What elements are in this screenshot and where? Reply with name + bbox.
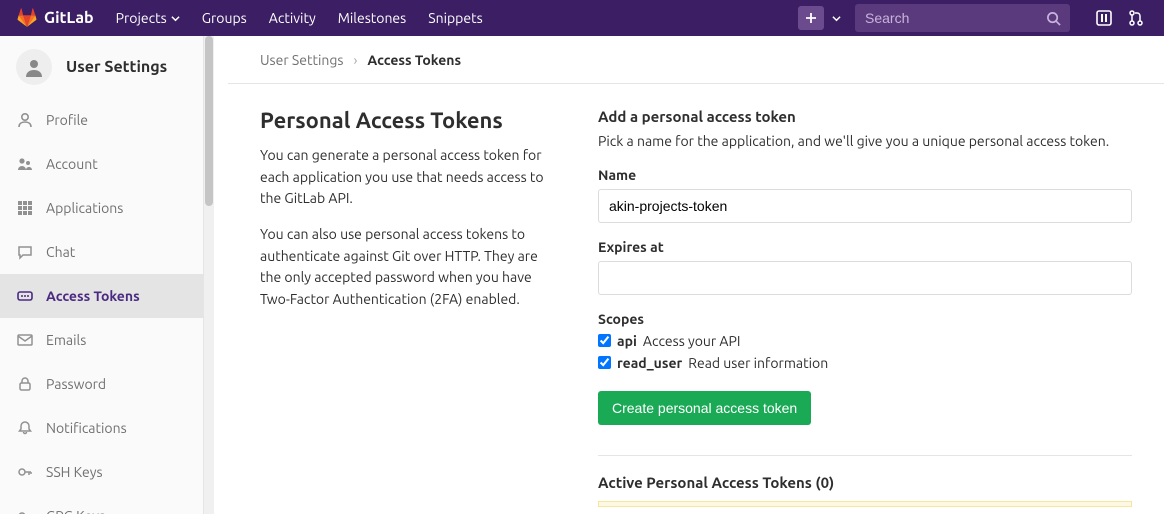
- sidebar-item-label: Access Tokens: [46, 288, 140, 304]
- scope-desc: Access your API: [643, 333, 741, 349]
- search-icon: [1046, 11, 1061, 26]
- gitlab-logo[interactable]: GitLab: [16, 8, 94, 28]
- sidebar-item-label: Chat: [46, 244, 75, 260]
- form-help: Pick a name for the application, and we'…: [598, 133, 1132, 149]
- divider: [598, 455, 1132, 456]
- sidebar-item-label: Account: [46, 156, 98, 172]
- brand-text: GitLab: [44, 9, 94, 27]
- sidebar-item-label: Emails: [46, 332, 86, 348]
- sidebar-item-label: SSH Keys: [46, 464, 103, 480]
- merge-requests-icon[interactable]: [1124, 6, 1148, 30]
- expires-label: Expires at: [598, 239, 1132, 255]
- scope-name: api: [617, 333, 637, 349]
- gitlab-tanuki-icon: [16, 8, 38, 28]
- account-icon: [16, 156, 34, 172]
- scope-name: read_user: [617, 355, 682, 371]
- chevron-down-icon: [171, 14, 180, 23]
- nav-projects[interactable]: Projects: [116, 10, 180, 26]
- name-label: Name: [598, 167, 1132, 183]
- empty-tokens-banner: [598, 501, 1132, 507]
- bell-icon: [16, 420, 34, 436]
- profile-icon: [16, 112, 34, 128]
- issues-icon[interactable]: [1092, 6, 1116, 30]
- scrollbar-thumb[interactable]: [205, 36, 213, 206]
- sidebar-title: User Settings: [66, 58, 167, 76]
- name-input[interactable]: [598, 189, 1132, 223]
- sidebar-item-access-tokens[interactable]: Access Tokens: [0, 274, 203, 318]
- section-description-2: You can also use personal access tokens …: [260, 224, 550, 311]
- apps-icon: [16, 200, 34, 216]
- scope-desc: Read user information: [688, 355, 828, 371]
- top-navbar: GitLab Projects Groups Activity Mileston…: [0, 0, 1164, 36]
- sidebar-item-password[interactable]: Password: [0, 362, 203, 406]
- nav-projects-label: Projects: [116, 10, 167, 26]
- scope-row-api: api Access your API: [598, 333, 1132, 349]
- scope-checkbox-read-user[interactable]: [598, 356, 611, 369]
- breadcrumb-root[interactable]: User Settings: [260, 52, 343, 68]
- new-dropdown[interactable]: [798, 6, 841, 30]
- expires-input[interactable]: [598, 261, 1132, 295]
- chevron-right-icon: ›: [353, 52, 357, 68]
- search-box[interactable]: [855, 4, 1070, 32]
- active-tokens-title: Active Personal Access Tokens (0): [598, 474, 1132, 491]
- primary-nav: Projects Groups Activity Milestones Snip…: [116, 10, 483, 26]
- scope-checkbox-api[interactable]: [598, 334, 611, 347]
- sidebar-item-ssh-keys[interactable]: SSH Keys: [0, 450, 203, 494]
- plus-icon: [798, 6, 824, 30]
- chevron-down-icon: [832, 14, 841, 23]
- form-title: Add a personal access token: [598, 108, 1132, 125]
- section-info: Personal Access Tokens You can generate …: [260, 108, 550, 507]
- email-icon: [16, 332, 34, 348]
- settings-sidebar: User Settings Profile Account Applicatio…: [0, 36, 204, 514]
- chat-icon: [16, 244, 34, 260]
- lock-icon: [16, 376, 34, 392]
- sidebar-item-account[interactable]: Account: [0, 142, 203, 186]
- sidebar-item-notifications[interactable]: Notifications: [0, 406, 203, 450]
- avatar: [16, 49, 52, 85]
- token-icon: [16, 288, 34, 304]
- create-token-button[interactable]: Create personal access token: [598, 391, 811, 425]
- search-input[interactable]: [865, 10, 1046, 26]
- page-title: Personal Access Tokens: [260, 108, 550, 133]
- sidebar-item-label: Notifications: [46, 420, 127, 436]
- nav-groups[interactable]: Groups: [202, 10, 247, 26]
- nav-activity[interactable]: Activity: [269, 10, 316, 26]
- sidebar-item-emails[interactable]: Emails: [0, 318, 203, 362]
- main-content: User Settings › Access Tokens Personal A…: [214, 36, 1164, 514]
- sidebar-item-label: Applications: [46, 200, 123, 216]
- key-icon: [16, 464, 34, 480]
- key-icon: [16, 508, 34, 514]
- sidebar-scrollbar[interactable]: [204, 36, 214, 514]
- nav-milestones[interactable]: Milestones: [338, 10, 407, 26]
- nav-snippets[interactable]: Snippets: [428, 10, 482, 26]
- scope-row-read-user: read_user Read user information: [598, 355, 1132, 371]
- sidebar-item-profile[interactable]: Profile: [0, 98, 203, 142]
- token-form: Add a personal access token Pick a name …: [598, 108, 1132, 507]
- breadcrumb: User Settings › Access Tokens: [228, 36, 1164, 84]
- sidebar-item-gpg-keys[interactable]: GPG Keys: [0, 494, 203, 514]
- sidebar-item-label: GPG Keys: [46, 508, 105, 514]
- sidebar-item-label: Profile: [46, 112, 88, 128]
- section-description-1: You can generate a personal access token…: [260, 145, 550, 210]
- breadcrumb-current: Access Tokens: [367, 52, 461, 68]
- sidebar-header: User Settings: [0, 36, 203, 98]
- sidebar-item-chat[interactable]: Chat: [0, 230, 203, 274]
- sidebar-item-label: Password: [46, 376, 106, 392]
- scopes-label: Scopes: [598, 311, 1132, 327]
- sidebar-item-applications[interactable]: Applications: [0, 186, 203, 230]
